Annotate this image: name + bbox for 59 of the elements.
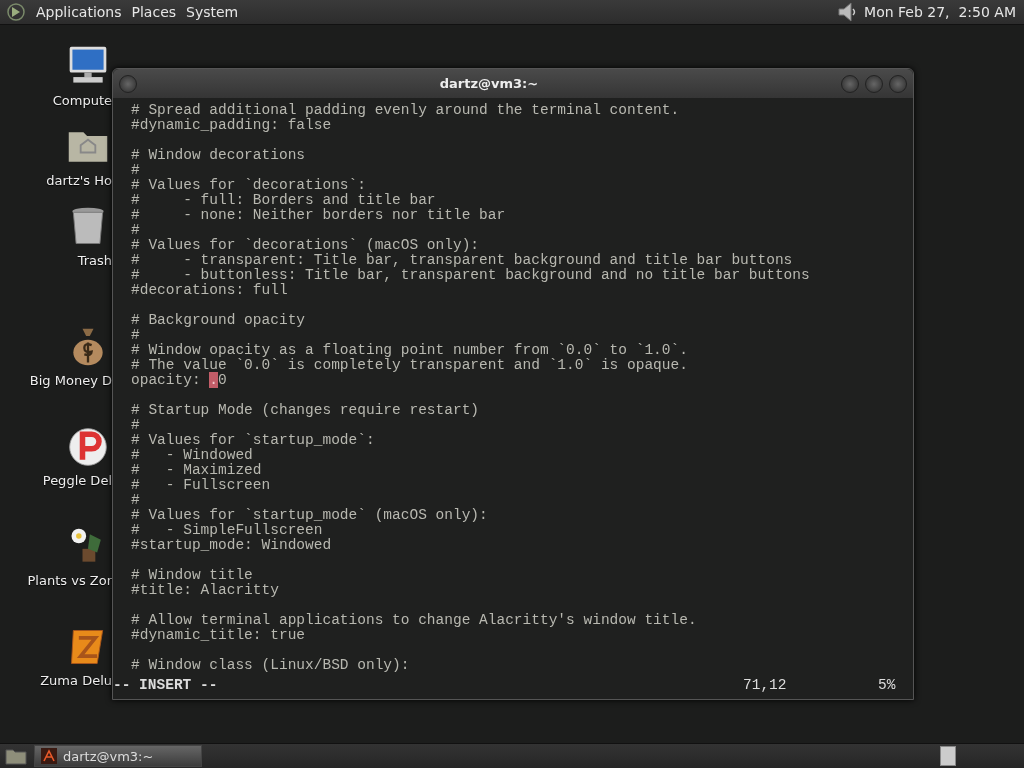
code-line: #dynamic_title: true bbox=[131, 628, 307, 643]
minimize-button[interactable] bbox=[841, 74, 859, 93]
icon-label[interactable]: Peggle Del bbox=[42, 473, 112, 488]
code-line: # Startup Mode (changes require restart) bbox=[131, 403, 481, 418]
ball-icon[interactable] bbox=[66, 425, 110, 469]
folder-icon[interactable] bbox=[4, 746, 28, 766]
code-line: # Window title bbox=[131, 568, 254, 583]
code-text: 0 bbox=[218, 372, 227, 388]
code-line: #startup_mode: Windowed bbox=[131, 538, 333, 553]
code-line: # - none: Neither borders nor title bar bbox=[131, 208, 507, 223]
code-line: # Window decorations bbox=[131, 148, 307, 163]
code-line: # Allow terminal applications to change Alacritty's window title. bbox=[131, 613, 698, 628]
text-cursor: . bbox=[209, 372, 219, 388]
code-line: opacity: bbox=[131, 372, 202, 388]
menu-item[interactable]: Applications bbox=[32, 4, 126, 20]
code-line: # bbox=[131, 163, 141, 178]
mode-indicator: -- INSERT -- bbox=[113, 678, 219, 693]
code-line: # bbox=[131, 328, 141, 343]
code-line: # - transparent: Title bar, transparent background and title bar buttons bbox=[131, 253, 794, 268]
icon-label[interactable]: Plants vs Zor bbox=[27, 573, 112, 588]
terminal-app-icon bbox=[41, 748, 57, 764]
code-line: # The value `0.0` is completely transparent and `1.0` is opaque. bbox=[131, 358, 689, 373]
code-line: # - buttonless: Title bar, transparent background and no title bar buttons bbox=[131, 268, 811, 283]
code-line: # Spread additional padding evenly around the terminal content. bbox=[131, 103, 681, 118]
code-line: # - Fullscreen bbox=[131, 478, 272, 493]
code-line: # Window class (Linux/BSD only): bbox=[131, 658, 411, 673]
code-line: # - Maximized bbox=[131, 463, 263, 478]
menu-item[interactable]: Places bbox=[127, 4, 181, 20]
icon-label[interactable]: Compute bbox=[52, 93, 112, 108]
code-line: # Values for `startup_mode`: bbox=[131, 433, 376, 448]
close-button[interactable] bbox=[889, 74, 907, 93]
code-line: # - SimpleFullscreen bbox=[131, 523, 324, 538]
code-line: # Window opacity as a floating point number from `0.0` to `1.0`. bbox=[131, 343, 689, 358]
code-line: # bbox=[131, 223, 141, 238]
cursor-position: 71,12 bbox=[743, 678, 788, 693]
icon-label[interactable]: dartz's Ho bbox=[46, 173, 112, 188]
code-line: # Values for `decorations` (macOS only): bbox=[131, 238, 481, 253]
window-menu-button[interactable] bbox=[119, 74, 137, 93]
icon-label[interactable]: Trash bbox=[77, 253, 112, 268]
code-line: # bbox=[131, 418, 141, 433]
logo-icon[interactable] bbox=[6, 2, 26, 22]
task-button[interactable]: dartz@vm3:~ bbox=[34, 745, 202, 767]
menu-item[interactable]: System bbox=[182, 4, 243, 20]
icon-label[interactable]: Big Money D bbox=[29, 373, 112, 388]
code-line: # - full: Borders and title bar bbox=[131, 193, 437, 208]
icon-label[interactable]: Zuma Delu bbox=[40, 673, 112, 688]
code-line: # Background opacity bbox=[131, 313, 307, 328]
maximize-button[interactable] bbox=[865, 74, 883, 93]
clock[interactable]: Mon Feb 27, 2:50 AM bbox=[864, 4, 1016, 20]
code-line: #dynamic_padding: false bbox=[131, 118, 333, 133]
workspace-switcher[interactable] bbox=[940, 746, 956, 766]
scroll-percent: 5% bbox=[878, 678, 896, 693]
code-line: # - Windowed bbox=[131, 448, 254, 463]
code-line: #title: Alacritty bbox=[131, 583, 280, 598]
code-line: # Values for `decorations`: bbox=[131, 178, 367, 193]
window-title: dartz@vm3:~ bbox=[438, 76, 540, 91]
code-line: #decorations: full bbox=[131, 283, 289, 298]
code-line: # bbox=[131, 493, 141, 508]
code-line: # Values for `startup_mode` (macOS only): bbox=[131, 508, 489, 523]
